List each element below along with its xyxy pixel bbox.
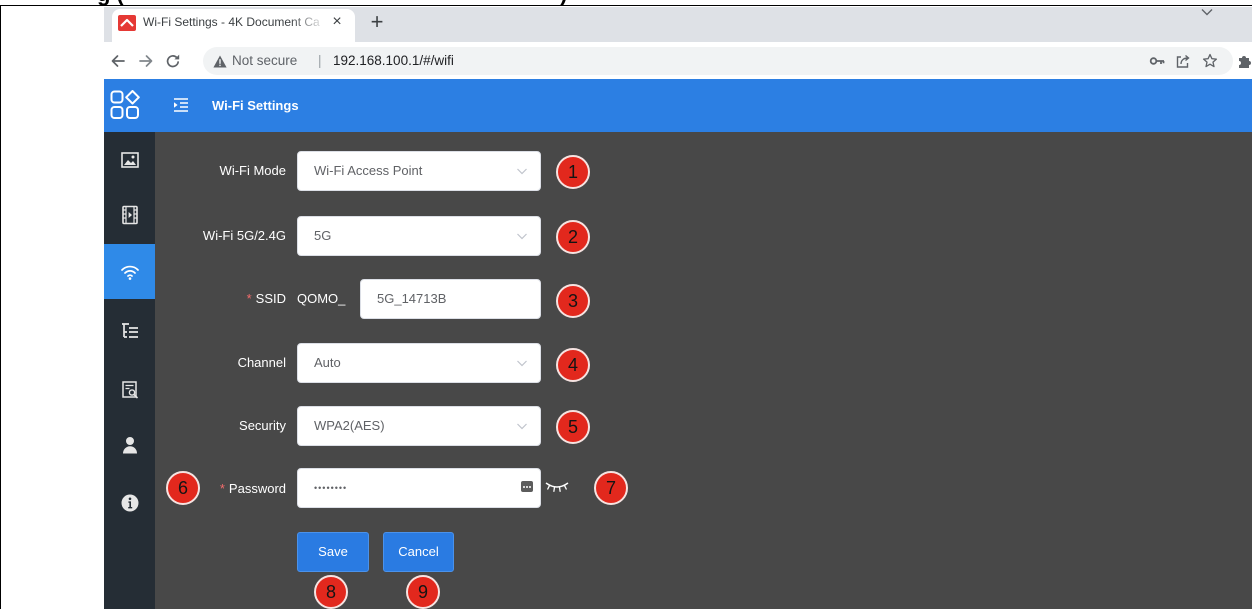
password-required-mark: * [219,481,225,496]
cancel-button[interactable]: Cancel [383,532,454,572]
callout-8: 8 [314,575,348,609]
arrow-left-icon[interactable] [110,53,126,69]
chevron-down-icon [517,168,527,175]
star-icon[interactable] [1202,53,1218,69]
ssid-prefix: QOMO_ [297,291,346,306]
security-select[interactable]: WPA2(AES) [297,406,541,446]
password-keyboard-icon[interactable] [521,481,533,492]
password-input[interactable]: •••••••• [297,468,541,508]
band-label-text: Wi-Fi 5G/2.4G [202,228,286,243]
callout-5: 5 [556,410,590,444]
security-label-text: Security [239,418,286,433]
wifi-icon [120,265,139,280]
info-icon [121,494,138,511]
document-heading-fragment-left: g ( [97,0,124,5]
document-left-rule [0,5,1,609]
callout-4: 4 [556,348,590,382]
document-heading-clip: g ( ) [0,0,1252,7]
wifi-mode-label-text: Wi-Fi Mode [219,163,286,178]
wifi-mode-select[interactable]: Wi-Fi Access Point [297,151,541,191]
channel-select[interactable]: Auto [297,343,541,383]
chevron-down-icon [517,423,527,430]
chevron-down-icon [517,233,527,240]
ssid-input[interactable]: 5G_14713B [360,279,541,319]
tab-title: Wi-Fi Settings - 4K Document Ca [143,15,320,29]
sidebar-item-wifi[interactable] [104,244,155,299]
reload-icon[interactable] [165,53,181,69]
sidebar-item-image[interactable] [104,132,155,187]
chevron-down-icon [517,360,527,367]
page-title: Wi-Fi Settings [212,98,299,113]
report-search-icon [121,380,138,399]
image-icon [120,151,139,168]
menu-fold-icon[interactable] [173,97,189,113]
save-button[interactable]: Save [297,532,369,572]
wifi-mode-label: Wi-Fi Mode [160,163,286,179]
ssid-label: * SSID [160,291,286,307]
callout-6: 6 [166,471,200,505]
password-masked-value: •••••••• [314,483,348,493]
url-text[interactable]: 192.168.100.1/#/wifi [333,47,454,75]
user-icon [122,436,137,453]
chevron-down-icon[interactable] [1201,8,1213,16]
arrow-right-icon[interactable] [138,53,154,69]
film-icon [121,205,138,224]
ssid-value: 5G_14713B [377,291,447,306]
security-status-label[interactable]: Not secure [232,47,297,75]
sidebar-item-user[interactable] [104,417,155,472]
address-bar[interactable]: Not secure | 192.168.100.1/#/wifi [203,47,1233,75]
password-label-text: Password [228,481,286,496]
ssid-label-text: SSID [255,291,286,306]
document-heading-fragment-right: ) [560,0,567,5]
warning-triangle-icon [213,55,227,68]
sidebar-item-report[interactable] [104,362,155,417]
security-value: WPA2(AES) [314,418,385,433]
callout-1: 1 [556,155,590,189]
address-separator: | [318,53,322,68]
callout-2: 2 [556,220,590,254]
apps-grid-icon[interactable] [110,90,140,120]
channel-label-text: Channel [237,355,286,370]
tree-list-icon [121,322,138,338]
channel-value: Auto [314,355,341,370]
band-select[interactable]: 5G [297,216,541,256]
ssid-required-mark: * [246,291,252,306]
tab-close-button[interactable]: × [328,13,346,31]
key-icon[interactable] [1149,53,1165,69]
channel-label: Channel [160,355,286,371]
eye-closed-icon[interactable] [545,480,569,494]
callout-7: 7 [594,471,628,505]
sidebar-item-list[interactable] [104,303,155,358]
app-favicon-icon [118,15,136,31]
callout-3: 3 [556,284,590,318]
security-label: Security [160,418,286,434]
band-label: Wi-Fi 5G/2.4G [160,228,286,244]
callout-9: 9 [406,575,440,609]
puzzle-icon[interactable] [1237,53,1252,69]
browser-tab-active[interactable]: Wi-Fi Settings - 4K Document Ca × [112,9,355,42]
sidebar-item-info[interactable] [104,475,155,530]
share-icon[interactable] [1175,53,1191,69]
sidebar-item-video[interactable] [104,187,155,242]
new-tab-button[interactable]: + [367,10,387,34]
band-value: 5G [314,228,332,243]
wifi-mode-value: Wi-Fi Access Point [314,163,423,178]
